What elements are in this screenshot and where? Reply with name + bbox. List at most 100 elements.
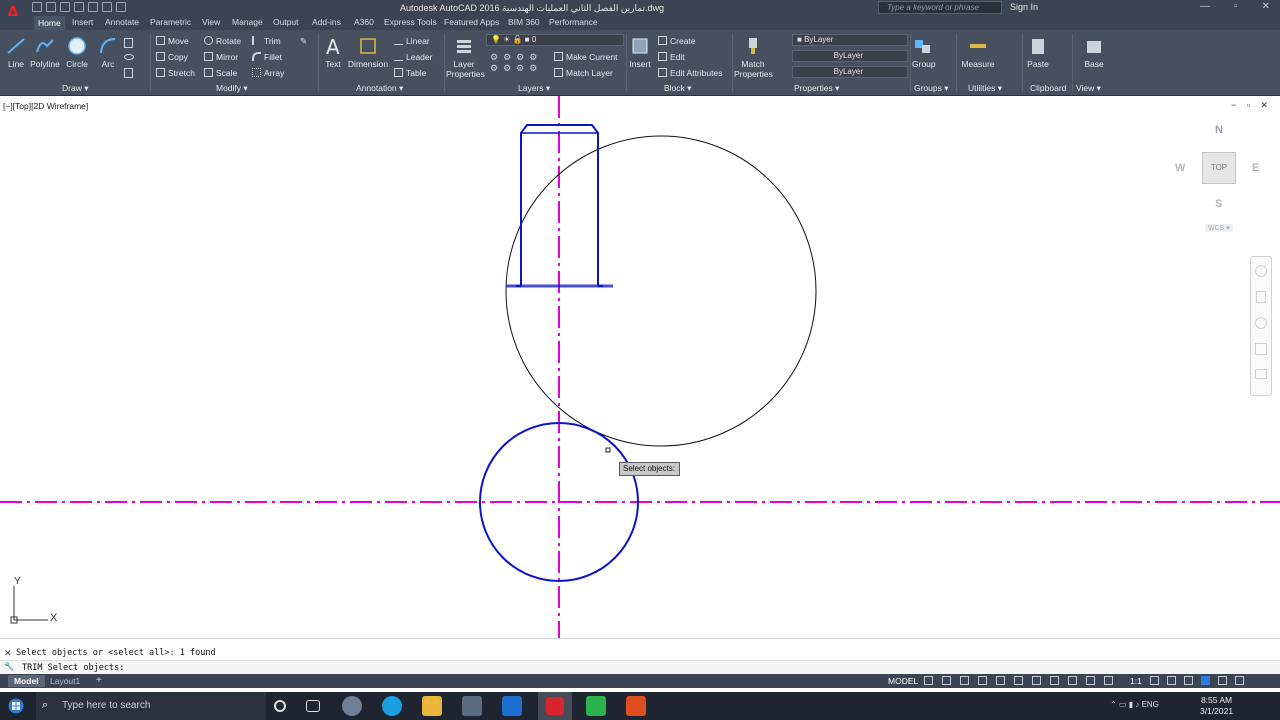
match-layer-button[interactable]: Match Layer: [554, 68, 613, 78]
osnap-icon[interactable]: [996, 676, 1005, 685]
zoom-icon[interactable]: [1255, 317, 1267, 329]
erase-icon[interactable]: ✎: [300, 36, 307, 47]
clean-screen-icon[interactable]: [1218, 676, 1227, 685]
viewcube-east[interactable]: E: [1252, 162, 1259, 174]
model-space-toggle[interactable]: MODEL: [888, 676, 918, 686]
auto-scale-icon[interactable]: [1104, 676, 1113, 685]
drawing-canvas[interactable]: [−][Top][2D Wireframe] − ▫ ✕ Select obje…: [0, 96, 1280, 638]
polar-icon[interactable]: [978, 676, 987, 685]
base-button[interactable]: Base: [1082, 36, 1106, 69]
quick-access-toolbar[interactable]: [32, 2, 126, 12]
tab-insert[interactable]: Insert: [72, 17, 93, 27]
group-button[interactable]: Group: [912, 36, 936, 69]
save-icon[interactable]: [60, 2, 70, 12]
search-input[interactable]: Type a keyword or phrase: [878, 1, 1002, 14]
customize-icon[interactable]: 🔧: [4, 662, 14, 671]
large-circle[interactable]: [505, 135, 817, 447]
store-icon[interactable]: [462, 696, 482, 716]
tab-output[interactable]: Output: [273, 17, 299, 27]
minimize-icon[interactable]: —: [1200, 1, 1210, 12]
cortana-icon[interactable]: [274, 700, 286, 712]
open-icon[interactable]: [46, 2, 56, 12]
camtasia-icon[interactable]: [586, 696, 606, 716]
properties-panel-label[interactable]: Properties ▾: [794, 83, 839, 94]
tab-express-tools[interactable]: Express Tools: [384, 17, 437, 27]
isolate-icon[interactable]: [1184, 676, 1193, 685]
command-line[interactable]: ✕ Select objects or <select all>: 1 foun…: [0, 638, 1280, 675]
snap-icon[interactable]: [942, 676, 951, 685]
trim-button[interactable]: Trim: [252, 36, 281, 46]
stretch-button[interactable]: Stretch: [156, 68, 195, 78]
layers-panel-label[interactable]: Layers ▾: [518, 83, 550, 94]
pan-icon[interactable]: [1256, 291, 1266, 303]
new-icon[interactable]: [32, 2, 42, 12]
tab-home[interactable]: Home: [34, 16, 65, 30]
plus-icon[interactable]: [1167, 676, 1176, 685]
tab-annotate[interactable]: Annotate: [105, 17, 139, 27]
tab-view[interactable]: View: [202, 17, 220, 27]
rectangle-icon[interactable]: [124, 38, 133, 48]
modify-panel-label[interactable]: Modify ▾: [216, 83, 248, 94]
close-command-line-icon[interactable]: ✕: [4, 648, 12, 659]
tab-a360[interactable]: A360: [354, 17, 374, 27]
sign-in-link[interactable]: Sign In: [1010, 2, 1038, 12]
saveas-icon[interactable]: [74, 2, 84, 12]
steering-wheel-icon[interactable]: [1255, 265, 1267, 277]
selection-cycling-icon[interactable]: [1068, 676, 1077, 685]
viewcube-north[interactable]: N: [1215, 124, 1223, 136]
circle-button[interactable]: Circle: [66, 36, 88, 69]
linear-dim-button[interactable]: Linear: [394, 36, 430, 46]
utilities-panel-label[interactable]: Utilities ▾: [968, 83, 1002, 94]
hatch-icon[interactable]: [124, 68, 133, 78]
tab-manage[interactable]: Manage: [232, 17, 263, 27]
annotation-panel-label[interactable]: Annotation ▾: [356, 83, 403, 94]
mirror-button[interactable]: Mirror: [204, 52, 238, 62]
workspace-gear-icon[interactable]: [1150, 676, 1159, 685]
copy-button[interactable]: Copy: [156, 52, 188, 62]
add-layout-button[interactable]: +: [96, 675, 102, 686]
tab-parametric[interactable]: Parametric: [150, 17, 191, 27]
move-button[interactable]: Move: [156, 36, 189, 46]
undo-icon[interactable]: [102, 2, 112, 12]
tab-bim360[interactable]: BIM 360: [508, 17, 540, 27]
grid-icon[interactable]: [924, 676, 933, 685]
taskbar-search[interactable]: Type here to search: [36, 692, 266, 720]
polyline-button[interactable]: Polyline: [30, 36, 60, 69]
layer-dropdown[interactable]: 💡 ☀ 🔓 ■ 0: [486, 34, 624, 46]
navigation-bar[interactable]: [1250, 256, 1272, 396]
array-button[interactable]: Array: [252, 68, 284, 78]
edit-attributes-button[interactable]: Edit Attributes: [658, 68, 722, 78]
viewcube[interactable]: N W E TOP S WCS ▾: [1170, 122, 1270, 242]
orbit-icon[interactable]: [1255, 343, 1267, 355]
redo-icon[interactable]: [116, 2, 126, 12]
clipboard-panel-label[interactable]: Clipboard: [1030, 83, 1066, 93]
tab-layout1[interactable]: Layout1: [50, 676, 80, 686]
language-indicator[interactable]: ENG: [1142, 700, 1159, 709]
match-properties-button[interactable]: Match Properties: [734, 36, 773, 79]
edge-icon[interactable]: [382, 696, 402, 716]
paste-button[interactable]: Paste: [1026, 36, 1050, 69]
lineweight-dropdown[interactable]: ByLayer: [792, 66, 908, 78]
ortho-icon[interactable]: [960, 676, 969, 685]
system-tray[interactable]: ⌃ ▭ ▮ ♪ ENG: [1110, 700, 1159, 709]
recorder-icon[interactable]: [626, 696, 646, 716]
windows-start-icon[interactable]: [8, 698, 24, 714]
otrack-icon[interactable]: [1014, 676, 1023, 685]
restore-icon[interactable]: ▫: [1234, 1, 1238, 12]
viewcube-face[interactable]: TOP: [1202, 152, 1236, 184]
scale-button[interactable]: Scale: [204, 68, 237, 78]
tab-model[interactable]: Model: [8, 675, 45, 687]
lineweight-icon[interactable]: [1032, 676, 1041, 685]
rotate-button[interactable]: Rotate: [204, 36, 241, 46]
ellipse-icon[interactable]: [124, 54, 134, 60]
viewcube-south[interactable]: S: [1215, 198, 1222, 210]
edit-block-button[interactable]: Edit: [658, 52, 685, 62]
color-dropdown[interactable]: ■ ByLayer: [792, 34, 908, 46]
mail-icon[interactable]: [502, 696, 522, 716]
tab-featured-apps[interactable]: Featured Apps: [444, 17, 499, 27]
dimension-button[interactable]: Dimension: [346, 36, 390, 69]
measure-button[interactable]: Measure: [960, 36, 996, 69]
groups-panel-label[interactable]: Groups ▾: [914, 83, 949, 94]
block-panel-label[interactable]: Block ▾: [664, 83, 691, 94]
layer-properties-button[interactable]: Layer Properties: [446, 36, 485, 79]
